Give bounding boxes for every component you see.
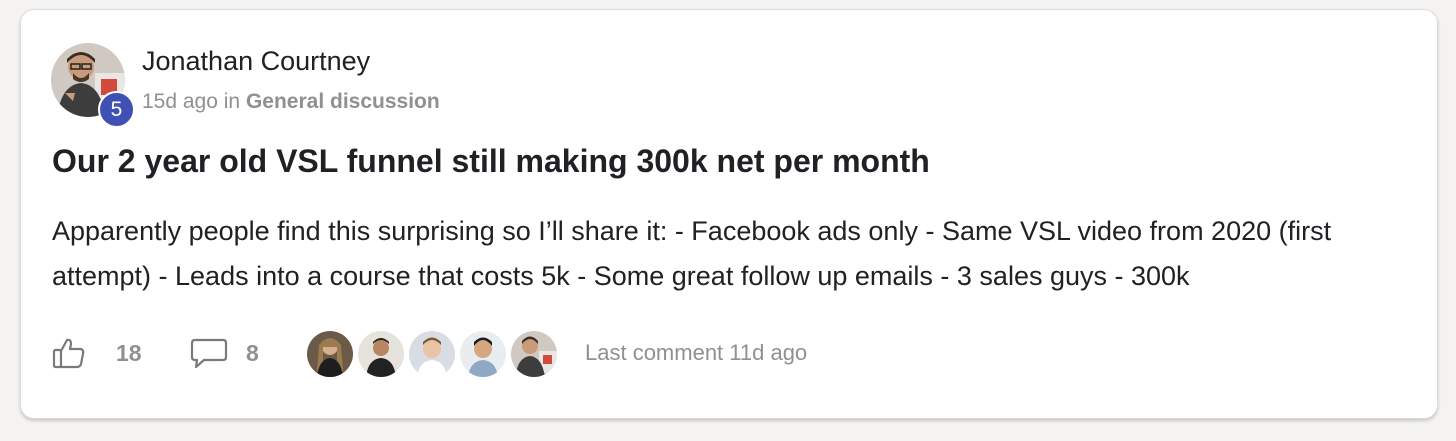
like-count: 18 [116, 340, 142, 366]
post-body[interactable]: Apparently people find this surprising s… [52, 209, 1412, 299]
chat-bubble-icon [190, 338, 228, 373]
commenter-avatar[interactable] [407, 329, 457, 379]
commenter-avatars[interactable] [305, 328, 565, 379]
commenter-avatar[interactable] [305, 329, 355, 379]
category-link[interactable]: General discussion [246, 90, 440, 113]
commenter-avatar[interactable] [356, 329, 406, 379]
post-time: 15d ago [142, 90, 218, 113]
level-badge: 5 [98, 91, 135, 128]
like-button[interactable] [52, 336, 86, 375]
comment-count: 8 [246, 340, 259, 366]
thumbs-up-icon [52, 336, 86, 375]
in-label: in [223, 90, 241, 113]
commenter-avatar[interactable] [509, 329, 559, 379]
post-title[interactable]: Our 2 year old VSL funnel still making 3… [52, 143, 930, 180]
author-name[interactable]: Jonathan Courtney [142, 46, 370, 77]
author-avatar-wrap[interactable]: 5 [51, 43, 135, 128]
post-card[interactable]: 5 Jonathan Courtney 15d ago in General d… [20, 9, 1438, 419]
commenter-avatar[interactable] [458, 329, 508, 379]
post-meta: 15d ago in General discussion [142, 90, 440, 114]
post-footer: 18 8 Last comment 11d ago [52, 328, 1412, 379]
last-comment-time: Last comment 11d ago [585, 340, 808, 365]
comment-button[interactable] [190, 337, 228, 374]
